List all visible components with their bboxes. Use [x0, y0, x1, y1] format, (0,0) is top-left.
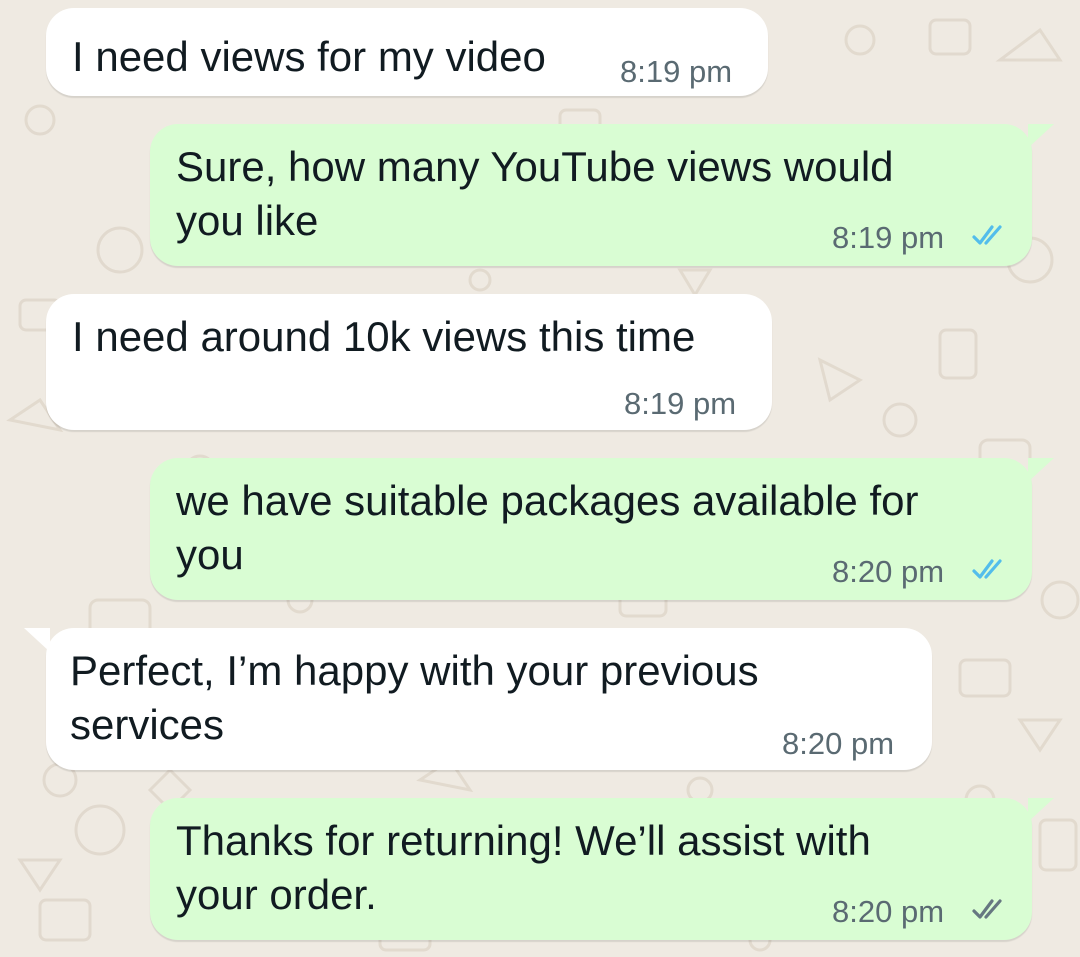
message-time: 8:20 pm: [832, 554, 945, 589]
message-text: Thanks for returning! We’ll assist with …: [176, 817, 871, 918]
message-text: we have suitable packages available for …: [176, 477, 919, 578]
message-time: 8:19 pm: [832, 220, 945, 255]
message-text: I need views for my video: [72, 33, 546, 80]
message-time: 8:19 pm: [620, 54, 733, 89]
message-bubble-outgoing[interactable]: Sure, how many YouTube views would you l…: [150, 124, 1054, 266]
delivered-ticks-icon: [972, 899, 1002, 919]
message-text: Perfect, I’m happy with your previous se…: [70, 647, 759, 748]
message-bubble-incoming[interactable]: Perfect, I’m happy with your previous se…: [24, 628, 932, 770]
message-bubble-incoming[interactable]: I need views for my video 8:19 pm: [46, 8, 768, 96]
message-text: I need around 10k views this time: [72, 313, 696, 360]
read-ticks-icon: [972, 225, 1002, 245]
message-time: 8:20 pm: [832, 894, 945, 929]
message-bubble-outgoing[interactable]: we have suitable packages available for …: [150, 458, 1054, 600]
message-bubble-outgoing[interactable]: Thanks for returning! We’ll assist with …: [150, 798, 1054, 940]
message-time: 8:20 pm: [782, 726, 895, 761]
read-ticks-icon: [972, 559, 1002, 579]
message-text: Sure, how many YouTube views would you l…: [176, 143, 894, 244]
message-time: 8:19 pm: [624, 386, 737, 421]
message-bubble-incoming[interactable]: I need around 10k views this time 8:19 p…: [46, 294, 772, 430]
chat-thread: I need views for my video 8:19 pm Sure, …: [0, 0, 1080, 957]
